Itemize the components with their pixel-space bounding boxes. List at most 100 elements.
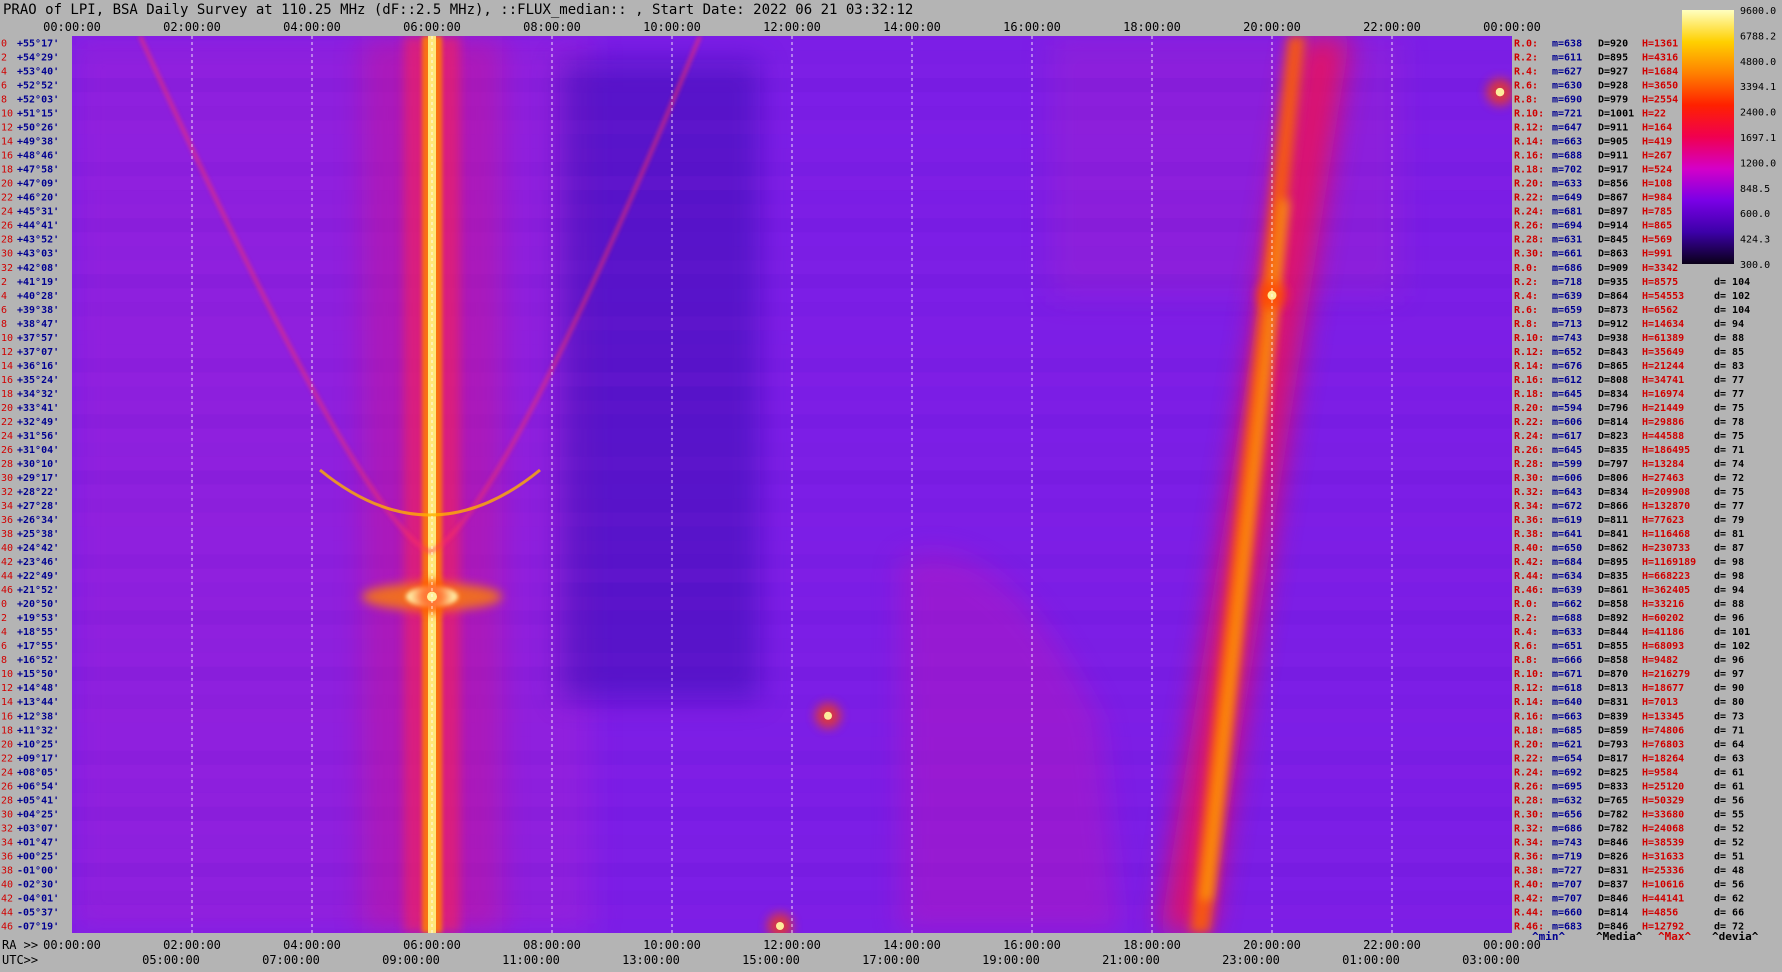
y-row-declination: +46°20' xyxy=(17,193,59,204)
y-row-index: 16 xyxy=(1,711,13,722)
stats-dev: d= 51 xyxy=(1714,851,1744,862)
utc-tick-label: 17:00:00 xyxy=(862,953,920,967)
stats-d: D=856 xyxy=(1598,179,1628,190)
stats-m: m=651 xyxy=(1552,641,1582,652)
stats-h: H=362405 xyxy=(1642,585,1690,596)
stats-m: m=627 xyxy=(1552,67,1582,78)
stats-d: D=796 xyxy=(1598,403,1628,414)
y-row-declination: +05°41' xyxy=(17,795,59,806)
y-row-index: 16 xyxy=(1,375,13,386)
y-row-declination: +35°24' xyxy=(17,375,59,386)
stats-h: H=68093 xyxy=(1642,641,1684,652)
y-row-index: 42 xyxy=(1,557,13,568)
stats-m: m=633 xyxy=(1552,179,1582,190)
y-row-index: 46 xyxy=(1,585,13,596)
stats-h: H=116468 xyxy=(1642,529,1690,540)
ra-tick-label: 06:00:00 xyxy=(403,938,461,952)
y-row-declination: -04°01' xyxy=(17,893,59,904)
stats-d: D=765 xyxy=(1598,795,1628,806)
chart-title: PRAO of LPI, BSA Daily Survey at 110.25 … xyxy=(3,2,913,18)
stats-d: D=912 xyxy=(1598,319,1628,330)
stats-m: m=656 xyxy=(1552,809,1582,820)
utc-axis-ticks: 05:00:00 07:00:00 09:00:00 11:00:00 13:00:00… xyxy=(142,953,1520,967)
y-row-index: 22 xyxy=(1,193,13,204)
stats-d: D=927 xyxy=(1598,67,1628,78)
stats-r: R.24: xyxy=(1514,431,1544,442)
stats-dev: d= 71 xyxy=(1714,725,1744,736)
stats-m: m=721 xyxy=(1552,109,1582,120)
stats-h: H=4856 xyxy=(1642,907,1678,918)
stats-m: m=621 xyxy=(1552,739,1582,750)
stats-m: m=743 xyxy=(1552,333,1582,344)
stats-m: m=599 xyxy=(1552,459,1582,470)
stats-m: m=702 xyxy=(1552,165,1582,176)
stats-r: R.14: xyxy=(1514,697,1544,708)
point-source-core xyxy=(1495,87,1505,97)
y-row-declination: +10°25' xyxy=(17,739,59,750)
stats-d: D=909 xyxy=(1598,263,1628,274)
y-row-declination: +08°05' xyxy=(17,767,59,778)
stats-m: m=690 xyxy=(1552,95,1582,106)
stats-d: D=920 xyxy=(1598,39,1628,50)
stats-r: R.12: xyxy=(1514,347,1544,358)
stats-dev: d= 78 xyxy=(1714,417,1744,428)
y-row-declination: +51°15' xyxy=(17,109,59,120)
stats-m: m=695 xyxy=(1552,781,1582,792)
stats-d: D=895 xyxy=(1598,557,1628,568)
y-row-index: 38 xyxy=(1,529,13,540)
stats-d: D=831 xyxy=(1598,865,1628,876)
stats-r: R.4: xyxy=(1514,291,1538,302)
stats-m: m=694 xyxy=(1552,221,1582,232)
stats-r: R.6: xyxy=(1514,81,1538,92)
y-row-index: 10 xyxy=(1,333,13,344)
y-row-declination: +11°32' xyxy=(17,725,59,736)
colorbar-label: 2400.0 xyxy=(1740,108,1776,119)
stats-d: D=843 xyxy=(1598,347,1628,358)
y-row-declination: -01°00' xyxy=(17,865,59,876)
stats-d: D=895 xyxy=(1598,53,1628,64)
y-row-declination: +16°52' xyxy=(17,655,59,666)
utc-tick-label: 05:00:00 xyxy=(142,953,200,967)
stats-dev: d= 79 xyxy=(1714,515,1744,526)
stats-m: m=707 xyxy=(1552,893,1582,904)
y-row-index: 6 xyxy=(1,305,7,316)
stats-m: m=641 xyxy=(1552,529,1582,540)
utc-tick-label: 01:00:00 xyxy=(1342,953,1400,967)
stats-r: R.38: xyxy=(1514,529,1544,540)
stats-dev: d= 52 xyxy=(1714,823,1744,834)
y-row-declination: +06°54' xyxy=(17,781,59,792)
y-row-index: 12 xyxy=(1,123,13,134)
stats-m: m=652 xyxy=(1552,347,1582,358)
utc-axis-prefix: UTC>> xyxy=(2,953,38,967)
y-row-declination: +01°47' xyxy=(17,837,59,848)
stats-d: D=846 xyxy=(1598,893,1628,904)
utc-tick-label: 07:00:00 xyxy=(262,953,320,967)
y-row-index: 38 xyxy=(1,865,13,876)
y-row-declination: +09°17' xyxy=(17,753,59,764)
stats-m: m=713 xyxy=(1552,319,1582,330)
y-row-declination: +50°26' xyxy=(17,123,59,134)
y-row-declination: +04°25' xyxy=(17,809,59,820)
stats-h: H=419 xyxy=(1642,137,1672,148)
stats-dev: d= 102 xyxy=(1714,291,1750,302)
y-row-declination: +52°03' xyxy=(17,95,59,106)
stats-dev: d= 56 xyxy=(1714,795,1744,806)
stats-d: D=1001 xyxy=(1598,109,1634,120)
y-row-index: 34 xyxy=(1,837,13,848)
stats-d: D=823 xyxy=(1598,431,1628,442)
stats-r: R.32: xyxy=(1514,487,1544,498)
stats-d: D=864 xyxy=(1598,291,1628,302)
stats-r: R.8: xyxy=(1514,319,1538,330)
stats-h: H=865 xyxy=(1642,221,1672,232)
utc-tick-label: 23:00:00 xyxy=(1222,953,1280,967)
stats-d: D=859 xyxy=(1598,725,1628,736)
ra-axis-prefix: RA >> xyxy=(2,938,38,952)
ra-tick-label: 04:00:00 xyxy=(283,938,341,952)
y-row-declination: +42°08' xyxy=(17,263,59,274)
heatmap-plot xyxy=(72,36,1512,933)
stats-d: D=837 xyxy=(1598,879,1628,890)
colorbar-label: 6788.2 xyxy=(1740,31,1776,42)
stats-r: R.22: xyxy=(1514,193,1544,204)
y-row-index: 18 xyxy=(1,389,13,400)
y-row-declination: +55°17' xyxy=(17,39,59,50)
